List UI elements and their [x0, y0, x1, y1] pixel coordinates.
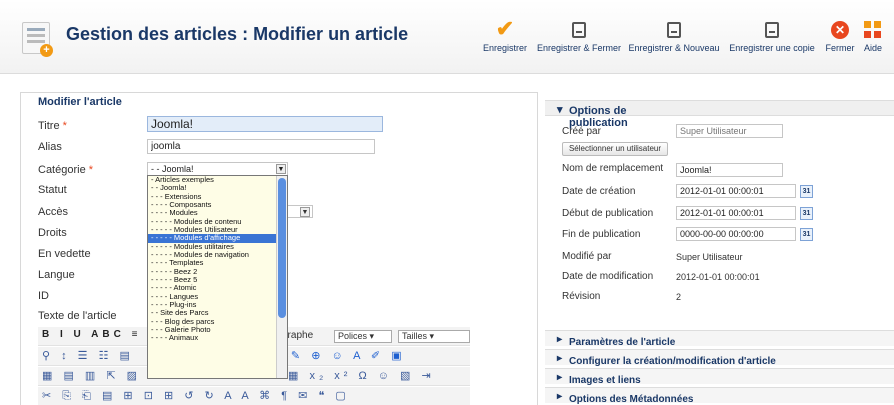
save-new-label: Enregistrer & Nouveau — [628, 43, 720, 53]
category-option-list: - Articles exemples - - Joomla! - - - Exte… — [148, 176, 287, 343]
modified-by-label: Modifié par — [562, 251, 612, 262]
accordion-editing-layout[interactable]: ▸ Configurer la création/modification d'… — [545, 349, 894, 367]
title-input[interactable] — [147, 116, 383, 132]
save-copy-icon — [765, 21, 779, 38]
layout-icons[interactable]: ▦ ▤ ▥ ⇱ ▨ — [42, 369, 141, 382]
created-by-label: Créé par — [562, 126, 601, 137]
revision-value: 2 — [676, 292, 682, 302]
page-title: Gestion des articles : Modifier un artic… — [66, 24, 409, 44]
accordion-metadata-label: Options des Métadonnées — [569, 394, 694, 405]
chevron-down-icon: ▼ — [276, 164, 286, 174]
accordion-article-params[interactable]: ▸ Paramètres de l'article — [545, 330, 894, 348]
language-label: Langue — [38, 269, 75, 281]
table-insert-icons[interactable]: ▦ x₂ x² Ω ☺ ▧ ⇥ — [288, 369, 435, 382]
created-date-label: Date de création — [562, 186, 636, 197]
list-format-icons[interactable]: ⚲ ↕ ☰ ☷ ▤ — [42, 349, 134, 362]
calendar-icon[interactable]: 31 — [800, 185, 813, 198]
modified-date-value: 2012-01-01 00:00:01 — [676, 272, 760, 282]
article-text-label: Texte de l'article — [38, 310, 117, 322]
fieldset-legend: Modifier l'article — [36, 96, 124, 108]
save-close-label: Enregistrer & Fermer — [536, 43, 622, 53]
article-manager-icon: + — [22, 22, 53, 57]
save-close-icon — [572, 21, 586, 38]
select-user-button[interactable]: Sélectionner un utilisateur — [562, 142, 668, 156]
accordion-article-params-label: Paramètres de l'article — [569, 337, 676, 348]
accordion-images-links[interactable]: ▸ Images et liens — [545, 368, 894, 386]
publish-up-label: Début de publication — [562, 208, 654, 219]
publish-down-label: Fin de publication — [562, 229, 641, 240]
alias-label: Alias — [38, 141, 62, 153]
save-copy-button[interactable]: Enregistrer une copie — [726, 18, 818, 53]
created-by-alias-input[interactable] — [676, 163, 783, 177]
publishing-options-header[interactable]: ▾ Options de publication — [545, 100, 894, 129]
modified-date-label: Date de modification — [562, 271, 654, 282]
save-new-icon — [667, 21, 681, 38]
status-label: Statut — [38, 184, 67, 196]
save-close-button[interactable]: Enregistrer & Fermer — [535, 18, 623, 53]
insert-icons[interactable]: ⚘ ✎ ⊕ ☺ A ✐ ▣ — [270, 349, 406, 362]
rights-label: Droits — [38, 227, 67, 239]
clipboard-icons[interactable]: ✂ ⎘ ⎗ ▤ ⊞ ⊡ ⊞ ↺ ↻ A A ⌘ ¶ ✉ ❝ ▢ — [42, 389, 350, 403]
calendar-icon[interactable]: 31 — [800, 207, 813, 220]
publish-up-input[interactable] — [676, 206, 796, 220]
fonts-select[interactable]: Polices ▾ — [334, 330, 392, 343]
save-copy-label: Enregistrer une copie — [729, 43, 815, 53]
help-button[interactable]: Aide — [864, 18, 894, 53]
created-by-alias-label: Nom de remplacement — [562, 163, 664, 174]
modified-by-value: Super Utilisateur — [676, 252, 743, 262]
category-select[interactable]: - - Joomla! ▼ — [147, 162, 288, 176]
title-label: Titre * — [38, 120, 67, 132]
accordion-images-links-label: Images et liens — [569, 375, 641, 386]
featured-label: En vedette — [38, 248, 91, 260]
access-label: Accès — [38, 206, 68, 218]
id-label: ID — [38, 290, 49, 302]
editor-toolbar-4: ✂ ⎘ ⎗ ▤ ⊞ ⊡ ⊞ ↺ ↻ A A ⌘ ¶ ✉ ❝ ▢ — [38, 387, 470, 405]
sizes-select[interactable]: Tailles ▾ — [398, 330, 470, 343]
text-format-icons[interactable]: B I U ABC ≡ ≡ — [42, 329, 158, 340]
help-label: Aide — [864, 43, 883, 53]
created-by-input[interactable] — [676, 124, 783, 138]
help-icon — [864, 20, 882, 39]
accordion-metadata[interactable]: ▸ Options des Métadonnées — [545, 387, 894, 405]
category-label: Catégorie * — [38, 164, 94, 176]
close-label: Fermer — [825, 43, 855, 53]
created-date-input[interactable] — [676, 184, 796, 198]
close-icon: ✕ — [831, 20, 849, 39]
revision-label: Révision — [562, 291, 601, 302]
header-bar: + Gestion des articles : Modifier un art… — [0, 0, 894, 74]
dropdown-scrollbar[interactable] — [276, 176, 287, 378]
save-label: Enregistrer — [482, 43, 527, 53]
scrollbar-thumb[interactable] — [278, 178, 286, 318]
close-button[interactable]: ✕ Fermer — [820, 18, 860, 53]
category-option[interactable]: - - - - Animaux — [148, 333, 287, 342]
alias-input[interactable] — [147, 139, 375, 154]
category-selected-value: - - Joomla! — [151, 164, 194, 174]
publish-down-input[interactable] — [676, 227, 796, 241]
save-button[interactable]: ✔ Enregistrer — [479, 16, 531, 54]
chevron-down-icon: ▼ — [300, 207, 310, 217]
save-new-button[interactable]: Enregistrer & Nouveau — [628, 18, 720, 53]
checkmark-icon: ✔ — [495, 16, 515, 41]
calendar-icon[interactable]: 31 — [800, 228, 813, 241]
category-dropdown-list[interactable]: - Articles exemples - - Joomla! - - - Exte… — [147, 175, 288, 379]
accordion-editing-layout-label: Configurer la création/modification d'ar… — [569, 356, 776, 367]
